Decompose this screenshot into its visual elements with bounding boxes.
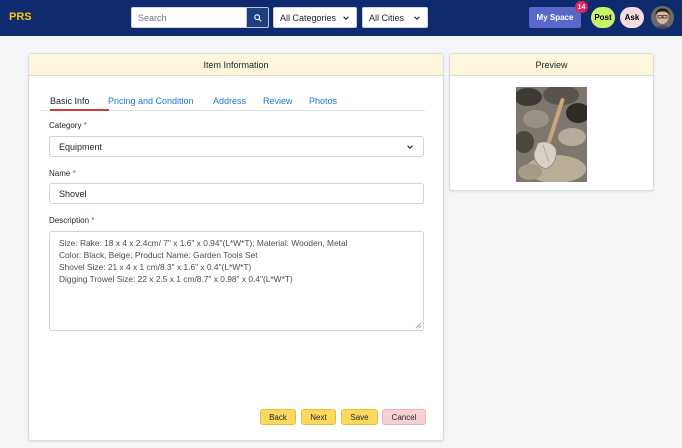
post-button[interactable]: Post: [591, 7, 615, 28]
brand-logo[interactable]: PRS: [9, 11, 32, 23]
top-navbar: PRS All Categories All Cities My Space 1…: [0, 0, 682, 36]
description-label: Description *: [49, 216, 95, 225]
save-button[interactable]: Save: [341, 409, 378, 425]
user-avatar-icon: [651, 6, 674, 29]
back-button[interactable]: Back: [260, 409, 296, 425]
notification-badge: 14: [575, 1, 588, 13]
tab-address[interactable]: Address: [213, 96, 246, 106]
search-input[interactable]: [131, 7, 246, 28]
required-marker: *: [91, 216, 95, 225]
avatar[interactable]: [651, 6, 674, 29]
tab-pricing-and-condition[interactable]: Pricing and Condition: [108, 96, 194, 106]
chevron-down-icon: [343, 15, 349, 20]
description-line: Color: Black, Beige; Product Name: Garde…: [59, 250, 258, 260]
description-line: Size: Rake: 18 x 4 x 2.4cm/ 7" x 1.6" x …: [59, 238, 348, 248]
preview-header: Preview: [450, 54, 653, 76]
category-filter-value: All Categories: [280, 12, 337, 23]
item-tabs: Basic Info Pricing and Condition Address…: [41, 89, 425, 111]
city-filter-value: All Cities: [369, 12, 405, 23]
description-line: Digging Trowel Size: 22 x 2.5 x 1 cm/8.7…: [59, 274, 293, 284]
search-icon: [253, 13, 262, 22]
category-select-value: Equipment: [59, 141, 103, 152]
ask-button[interactable]: Ask: [620, 7, 644, 28]
active-tab-indicator: [50, 109, 109, 111]
resize-handle-icon[interactable]: [415, 322, 422, 329]
tab-photos[interactable]: Photos: [309, 96, 337, 106]
category-filter-select[interactable]: All Categories: [273, 7, 357, 28]
required-marker: *: [72, 169, 76, 178]
cancel-button[interactable]: Cancel: [382, 409, 426, 425]
required-marker: *: [83, 121, 87, 130]
my-space-button[interactable]: My Space: [529, 7, 581, 28]
name-field-value: Shovel: [59, 188, 87, 199]
city-filter-select[interactable]: All Cities: [362, 7, 428, 28]
name-field[interactable]: Shovel: [49, 183, 424, 204]
name-label: Name *: [49, 169, 76, 178]
shovel-photo: [516, 87, 587, 182]
chevron-down-icon: [407, 144, 413, 149]
item-information-header: Item Information: [29, 54, 443, 76]
description-line: Shovel Size: 21 x 4 x 1 cm/8.3" x 1.6" x…: [59, 262, 252, 272]
search-bar: [131, 7, 269, 28]
chevron-down-icon: [414, 15, 420, 20]
category-label: Category *: [49, 121, 87, 130]
tab-basic-info[interactable]: Basic Info: [50, 96, 90, 106]
search-button[interactable]: [246, 7, 269, 28]
category-select[interactable]: Equipment: [49, 136, 424, 157]
item-information-card: Item Information Basic Info Pricing and …: [28, 53, 444, 441]
description-field[interactable]: Size: Rake: 18 x 4 x 2.4cm/ 7" x 1.6" x …: [49, 231, 424, 331]
preview-card: Preview: [449, 53, 654, 191]
tab-review[interactable]: Review: [263, 96, 293, 106]
next-button[interactable]: Next: [301, 409, 336, 425]
